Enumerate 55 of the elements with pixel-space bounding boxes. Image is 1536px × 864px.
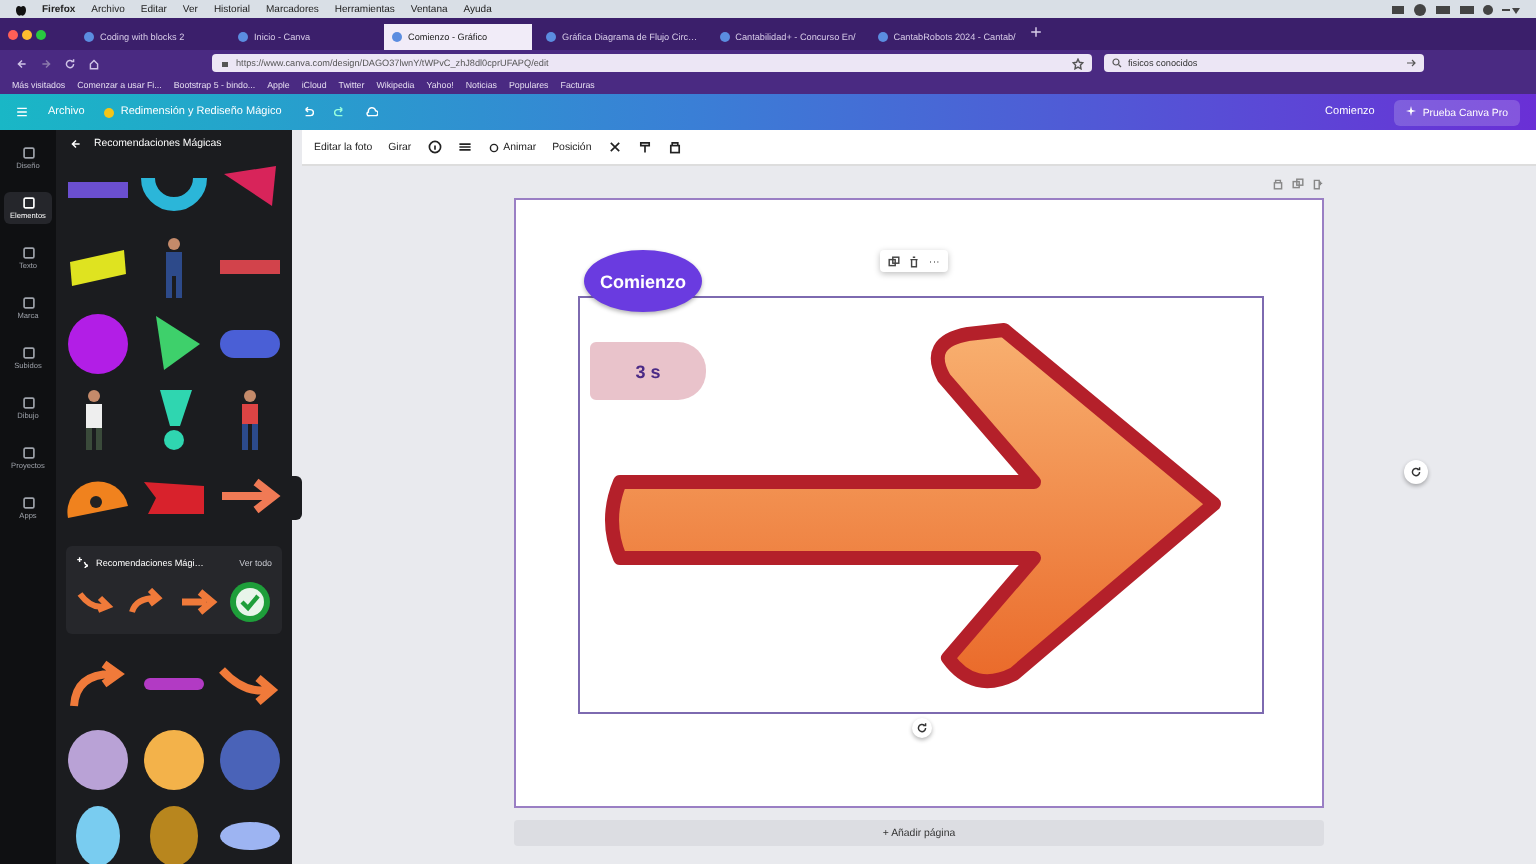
duplicate-icon[interactable] [1292,178,1304,190]
site-icon [392,32,402,42]
copy-icon[interactable] [888,255,900,267]
refresh-button[interactable] [1404,460,1428,484]
sphere-shape[interactable] [64,310,132,378]
undo-icon[interactable] [301,106,314,118]
status-icons-drawing [1392,3,1520,15]
curved-arrow-shape[interactable] [76,588,116,616]
site-icon [238,32,248,42]
tool-icon [21,146,35,160]
curved-arrow-shape[interactable] [126,588,167,616]
apple-logo-icon[interactable] [16,3,26,15]
tool-icon [21,446,35,460]
tool-icon [21,296,35,310]
maximize-window-icon[interactable] [36,29,46,39]
circle-shape[interactable] [64,726,132,794]
site-icon [84,32,94,42]
back-icon[interactable] [16,57,28,69]
arrow-shape[interactable] [177,588,218,616]
start-label[interactable]: Comienzo [584,250,702,312]
duration-tag[interactable]: 3 s [590,342,706,400]
new-tab-icon[interactable] [1029,26,1042,42]
lines-icon[interactable] [457,140,472,154]
circle-shape[interactable] [140,726,208,794]
reload-icon[interactable] [64,57,76,69]
tool-icon [21,346,35,360]
star-icon[interactable] [1072,57,1084,69]
paint-roller-icon[interactable] [637,140,652,154]
tool-icon [21,196,35,210]
tool-icon [21,496,35,510]
trash-icon[interactable] [908,255,920,267]
info-icon[interactable] [427,140,442,154]
site-icon [877,32,888,42]
tool-icon [21,396,35,410]
site-icon [546,32,556,42]
search-icon[interactable] [1112,58,1122,68]
home-icon[interactable] [88,57,100,69]
plus-icon[interactable] [1029,26,1042,38]
panel-collapse-handle[interactable] [292,475,302,519]
forward-icon[interactable] [40,57,52,69]
more-icon[interactable] [928,255,940,267]
animate-icon[interactable] [487,141,500,153]
sparkle-icon [1406,105,1417,115]
cloud-icon[interactable] [365,106,378,118]
check-circle-shape[interactable] [227,580,272,624]
refresh-icon[interactable] [1410,466,1422,478]
tool-icon [21,246,35,260]
crown-icon [104,107,115,117]
add-page-icon[interactable] [1312,178,1324,190]
site-icon [719,32,730,42]
minimize-window-icon[interactable] [22,29,32,39]
sparkle-icon[interactable] [76,556,88,568]
redo-icon[interactable] [333,106,346,118]
close-window-icon[interactable] [8,29,18,39]
arrow-right-icon[interactable] [1406,58,1416,68]
